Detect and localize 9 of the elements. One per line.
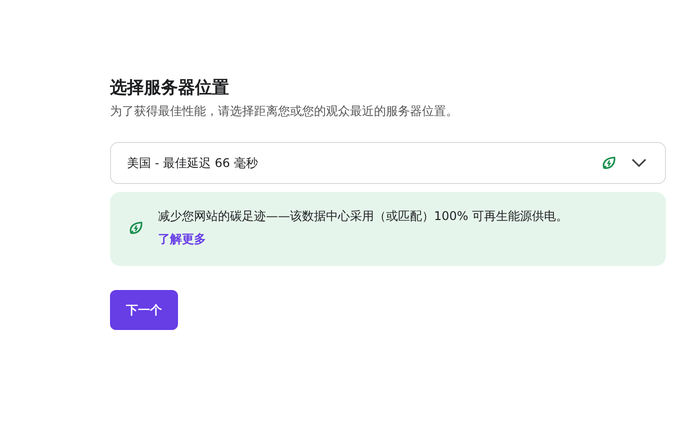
next-button[interactable]: 下一个 (110, 290, 178, 330)
location-dropdown[interactable]: 美国 - 最佳延迟 66 毫秒 (110, 142, 666, 184)
page-heading: 选择服务器位置 (110, 77, 229, 99)
learn-more-link[interactable]: 了解更多 (158, 231, 206, 248)
selected-location: 美国 - 最佳延迟 66 毫秒 (127, 154, 259, 172)
chevron-down-icon (631, 158, 647, 168)
subtitle: 为了获得最佳性能，请选择距离您或您的观众最近的服务器位置。 (110, 103, 458, 120)
notice-text: 减少您网站的碳足迹——该数据中心采用（或匹配）100% 可再生能源供电。 (158, 208, 568, 225)
leaf-icon (128, 220, 144, 236)
